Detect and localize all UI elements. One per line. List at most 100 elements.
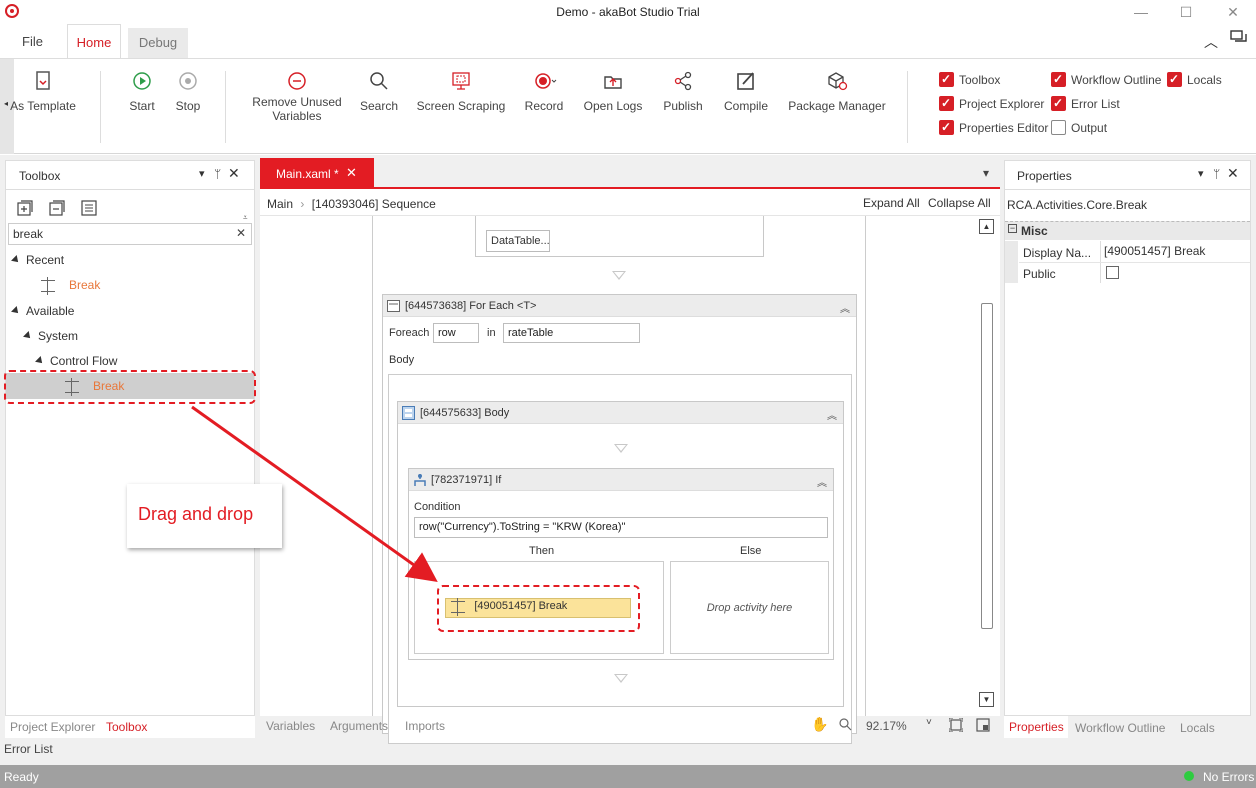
toggle-project-explorer[interactable]: Project Explorer: [939, 94, 1044, 115]
scroll-up-icon[interactable]: ▲: [979, 219, 994, 234]
checkbox-checked[interactable]: [1051, 94, 1066, 112]
tab-imports[interactable]: Imports: [405, 719, 445, 733]
toolbox-search-input[interactable]: break ✕: [8, 223, 252, 245]
drop-target-icon[interactable]: [614, 674, 628, 683]
tree-item-recent-break[interactable]: Break: [41, 274, 100, 296]
screen-scraping-button[interactable]: Screen Scraping: [414, 69, 508, 113]
overview-icon[interactable]: [976, 718, 990, 732]
display-name-value[interactable]: [490051457] Break: [1104, 244, 1205, 258]
tree-node-control-flow[interactable]: Control Flow: [35, 350, 117, 372]
previous-activity[interactable]: DataTable...: [475, 216, 764, 257]
foreach-variable-input[interactable]: row: [433, 323, 479, 343]
panel-menu-icon[interactable]: ▾: [1198, 167, 1204, 180]
expand-triangle-icon[interactable]: [35, 356, 45, 366]
tab-workflow-outline[interactable]: Workflow Outline: [1075, 721, 1165, 735]
expand-all-icon[interactable]: [16, 199, 34, 217]
package-manager-button[interactable]: Package Manager: [786, 69, 888, 113]
start-button[interactable]: Start: [124, 69, 160, 113]
expand-all-link[interactable]: Expand All: [863, 196, 920, 210]
tab-variables[interactable]: Variables: [266, 719, 315, 733]
zoom-icon[interactable]: [838, 717, 852, 731]
checkbox-unchecked[interactable]: [1051, 120, 1066, 136]
tree-node-available[interactable]: Available: [11, 300, 74, 322]
checkbox-checked[interactable]: [1167, 70, 1182, 88]
zoom-dropdown-icon[interactable]: ˅: [926, 717, 932, 728]
checkbox-checked[interactable]: [1051, 70, 1066, 88]
search-button[interactable]: Search: [356, 69, 402, 113]
stop-button[interactable]: Stop: [170, 69, 206, 113]
as-template-button[interactable]: As Template: [8, 69, 78, 113]
drop-target-icon[interactable]: [612, 271, 626, 280]
tab-error-list[interactable]: Error List: [4, 742, 53, 756]
clear-search-icon[interactable]: ✕: [236, 226, 246, 240]
vertical-scrollbar[interactable]: ▲ ▼: [979, 219, 995, 708]
tree-node-system[interactable]: System: [23, 325, 78, 347]
publish-button[interactable]: Publish: [660, 69, 706, 113]
tab-arguments[interactable]: Arguments: [330, 719, 388, 733]
tab-toolbox[interactable]: Toolbox: [106, 720, 147, 734]
panel-menu-icon[interactable]: ▾: [199, 167, 205, 180]
compile-button[interactable]: Compile: [720, 69, 772, 113]
scrollbar-thumb[interactable]: [981, 303, 993, 629]
else-branch[interactable]: Drop activity here: [670, 561, 829, 654]
pin-icon[interactable]: ᛘ: [1213, 167, 1220, 181]
collapse-section-icon[interactable]: −: [1008, 224, 1017, 233]
toggle-properties-editor[interactable]: Properties Editor: [939, 118, 1048, 139]
misc-section[interactable]: − Misc: [1005, 221, 1250, 240]
tab-file[interactable]: File: [10, 26, 55, 58]
tab-properties[interactable]: Properties: [1009, 720, 1064, 734]
body-header[interactable]: [644575633] Body ︽: [398, 402, 843, 424]
zoom-level[interactable]: 92.17%: [866, 719, 907, 733]
remove-unused-variables-button[interactable]: Remove Unused Variables: [246, 69, 348, 123]
fit-to-screen-icon[interactable]: [948, 717, 964, 733]
expand-triangle-icon[interactable]: [11, 306, 21, 316]
open-logs-button[interactable]: Open Logs: [582, 69, 644, 113]
expand-triangle-icon[interactable]: [23, 331, 33, 341]
collapse-icon[interactable]: ︽: [827, 406, 837, 428]
pan-hand-icon[interactable]: ✋: [811, 716, 828, 733]
tab-home[interactable]: Home: [67, 24, 121, 59]
foreach-collection-input[interactable]: rateTable: [503, 323, 640, 343]
close-button[interactable]: ✕: [1218, 2, 1248, 22]
toggle-locals[interactable]: Locals: [1167, 70, 1222, 91]
collapse-icon[interactable]: ︽: [840, 299, 850, 321]
condition-input[interactable]: row("Currency").ToString = "KRW (Korea)": [414, 517, 828, 538]
tab-debug[interactable]: Debug: [128, 28, 188, 58]
tab-project-explorer[interactable]: Project Explorer: [10, 720, 95, 734]
scroll-down-icon[interactable]: ▼: [979, 692, 994, 707]
collapse-all-icon[interactable]: [48, 199, 66, 217]
toggle-error-list[interactable]: Error List: [1051, 94, 1120, 115]
foreach-header[interactable]: [644573638] For Each <T> ︽: [383, 295, 856, 317]
foreach-activity[interactable]: [644573638] For Each <T> ︽ Foreach row i…: [382, 294, 857, 744]
public-checkbox[interactable]: [1106, 266, 1119, 279]
body-sequence[interactable]: [644575633] Body ︽ [782371971] If ︽ Cond…: [397, 401, 844, 707]
toggle-workflow-outline[interactable]: Workflow Outline: [1051, 70, 1161, 91]
checkbox-checked[interactable]: [939, 118, 954, 136]
breadcrumb-sequence[interactable]: [140393046] Sequence: [312, 197, 436, 211]
maximize-button[interactable]: ☐: [1171, 2, 1201, 22]
tab-locals[interactable]: Locals: [1180, 721, 1215, 735]
close-tab-icon[interactable]: ✕: [346, 165, 357, 181]
close-panel-icon[interactable]: ✕: [1227, 165, 1239, 182]
tab-list-icon[interactable]: ▾: [983, 166, 989, 180]
pin-icon[interactable]: ᛘ: [214, 167, 221, 181]
if-header[interactable]: [782371971] If ︽: [409, 469, 833, 491]
toggle-output[interactable]: Output: [1051, 119, 1107, 139]
tree-node-recent[interactable]: Recent: [11, 249, 64, 271]
toggle-toolbox[interactable]: Toolbox: [939, 70, 1000, 91]
datatable-button[interactable]: DataTable...: [486, 230, 550, 252]
checkbox-checked[interactable]: [939, 94, 954, 112]
close-panel-icon[interactable]: ✕: [228, 165, 240, 182]
list-view-icon[interactable]: [80, 199, 98, 217]
drop-target-icon[interactable]: [614, 444, 628, 453]
tab-main-xaml[interactable]: Main.xaml * ✕: [260, 158, 374, 188]
feedback-icon[interactable]: [1230, 30, 1248, 46]
collapse-all-link[interactable]: Collapse All: [928, 196, 991, 210]
expand-triangle-icon[interactable]: [11, 255, 21, 265]
if-activity[interactable]: [782371971] If ︽ Condition row("Currency…: [408, 468, 834, 660]
collapse-ribbon-icon[interactable]: ︿: [1204, 32, 1218, 52]
minimize-button[interactable]: —: [1126, 2, 1156, 22]
checkbox-checked[interactable]: [939, 70, 954, 88]
record-button[interactable]: Record: [522, 69, 566, 113]
breadcrumb-main[interactable]: Main: [267, 197, 293, 211]
